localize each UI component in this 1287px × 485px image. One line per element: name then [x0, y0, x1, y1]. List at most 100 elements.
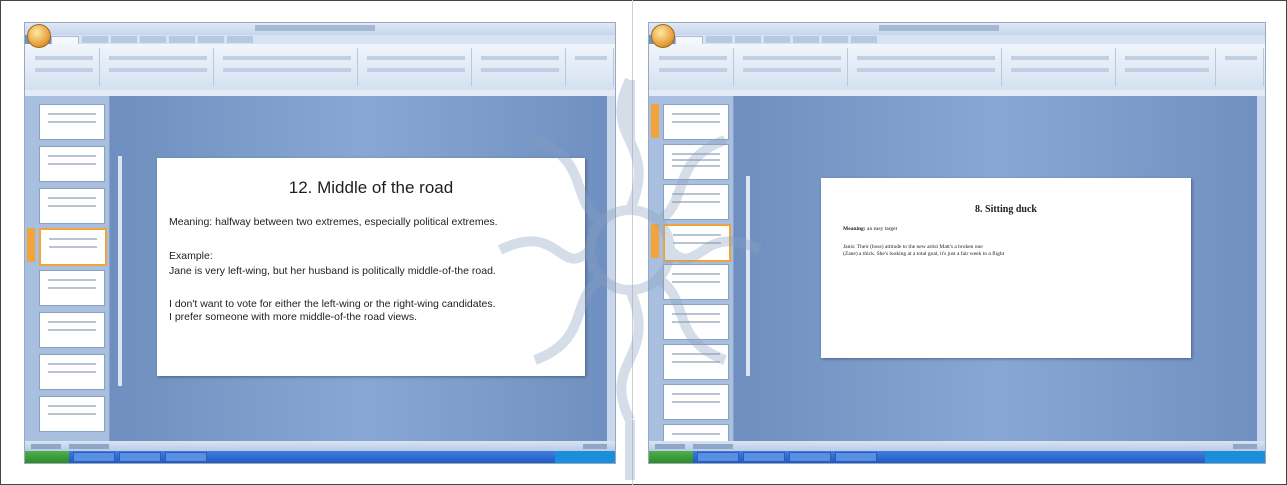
slide-thumbnail[interactable] [663, 184, 729, 220]
ribbon-group-editing[interactable] [1219, 48, 1264, 86]
slide-thumbnail[interactable] [663, 344, 729, 380]
slide-thumbnail[interactable] [663, 264, 729, 300]
system-tray [555, 451, 615, 463]
ribbon [25, 44, 615, 91]
ribbon-group-editing[interactable] [569, 48, 614, 86]
slide-editing-pane: 12. Middle of the road Meaning: halfway … [110, 96, 615, 441]
ribbon-tabs [675, 35, 1265, 44]
center-divider [632, 0, 633, 485]
status-bar [25, 441, 615, 451]
status-segment [655, 443, 685, 449]
ribbon-tab[interactable] [822, 36, 848, 43]
slide-thumbnail[interactable] [39, 396, 105, 432]
ribbon-group-font[interactable] [217, 48, 358, 86]
ribbon-group-paragraph[interactable] [361, 48, 472, 86]
status-bar [649, 441, 1265, 451]
slide-thumbnail-selected[interactable] [663, 224, 731, 262]
slide-example-label: Example: [169, 250, 213, 262]
status-segment [31, 443, 61, 449]
ribbon-group-clipboard[interactable] [29, 48, 100, 86]
slide-marker [651, 104, 659, 138]
selected-slide-marker [27, 228, 35, 262]
ribbon-group-paragraph[interactable] [1005, 48, 1116, 86]
slide-thumbnail[interactable] [39, 270, 105, 306]
slide-meaning-text: an easy target [867, 226, 898, 232]
ribbon-group-slides[interactable] [103, 48, 214, 86]
ribbon-tab[interactable] [169, 36, 195, 43]
zoom-control[interactable] [583, 443, 607, 449]
ribbon-tab[interactable] [111, 36, 137, 43]
taskbar-item[interactable] [743, 452, 785, 462]
taskbar-item[interactable] [835, 452, 877, 462]
slide-example-line-1: Janis: Their (boss) attitude to the new … [843, 244, 983, 250]
slide-example-2-line-2: I prefer someone with more middle-of-the… [169, 311, 418, 323]
zoom-control[interactable] [1233, 443, 1257, 449]
powerpoint-window-left: 12. Middle of the road Meaning: halfway … [24, 22, 616, 464]
slide-thumbnail-pane [25, 96, 110, 441]
office-button-icon[interactable] [651, 24, 675, 48]
ribbon-tab[interactable] [51, 36, 79, 44]
ribbon-tab[interactable] [140, 36, 166, 43]
slide-thumbnail[interactable] [39, 146, 105, 182]
ribbon-tab[interactable] [227, 36, 253, 43]
slide-thumbnail[interactable] [39, 188, 105, 224]
start-button-icon[interactable] [25, 451, 69, 463]
slide-thumbnail-selected[interactable] [39, 228, 107, 266]
window-title-bar-text [255, 25, 375, 31]
slide-meaning-label: Meaning: [843, 226, 866, 232]
slide-title: 12. Middle of the road [288, 178, 454, 197]
ribbon-group-drawing[interactable] [1119, 48, 1216, 86]
slide-thumbnail[interactable] [663, 304, 729, 340]
slide-thumbnail[interactable] [39, 104, 105, 140]
status-segment [693, 443, 733, 449]
slide-example-1: Jane is very left-wing, but her husband … [169, 265, 496, 277]
ribbon-tab[interactable] [706, 36, 732, 43]
slide-thumbnail-pane [649, 96, 734, 460]
ribbon-tab[interactable] [764, 36, 790, 43]
slide-example-2-line-1: I don't want to vote for either the left… [169, 298, 496, 310]
office-button-icon[interactable] [27, 24, 51, 48]
ribbon-group-slides[interactable] [737, 48, 848, 86]
taskbar-item[interactable] [165, 452, 207, 462]
vertical-ruler [118, 156, 122, 386]
title-bar [25, 23, 615, 35]
taskbar-item[interactable] [73, 452, 115, 462]
window-title-bar-text [879, 25, 999, 31]
taskbar [25, 451, 615, 463]
slide-thumbnail[interactable] [663, 144, 729, 180]
ribbon-group-font[interactable] [851, 48, 1002, 86]
taskbar-item[interactable] [697, 452, 739, 462]
status-segment [69, 443, 109, 449]
slide-thumbnail[interactable] [663, 384, 729, 420]
selected-slide-marker [651, 224, 659, 258]
vertical-ruler [746, 176, 750, 376]
slide-thumbnail[interactable] [663, 104, 729, 140]
slide-thumbnail[interactable] [39, 354, 105, 390]
slide-meaning: Meaning: halfway between two extremes, e… [169, 216, 498, 228]
taskbar-item[interactable] [119, 452, 161, 462]
ribbon [649, 44, 1265, 91]
ribbon-tab[interactable] [793, 36, 819, 43]
powerpoint-window-right: 8. Sitting duck Meaning: an easy target … [648, 22, 1266, 464]
slide-canvas[interactable]: 12. Middle of the road Meaning: halfway … [157, 158, 585, 376]
system-tray [1205, 451, 1265, 463]
slide-thumbnail[interactable] [39, 312, 105, 348]
title-bar [649, 23, 1265, 35]
start-button-icon[interactable] [649, 451, 693, 463]
ribbon-tab[interactable] [735, 36, 761, 43]
slide-meaning: Meaning: an easy target [843, 226, 897, 233]
taskbar [649, 451, 1265, 463]
vertical-scrollbar[interactable] [1257, 96, 1265, 441]
slide-canvas[interactable]: 8. Sitting duck Meaning: an easy target … [821, 178, 1191, 358]
vertical-scrollbar[interactable] [607, 96, 615, 441]
ribbon-group-clipboard[interactable] [653, 48, 734, 86]
slide-editing-pane: 8. Sitting duck Meaning: an easy target … [734, 96, 1265, 441]
ribbon-tab[interactable] [82, 36, 108, 43]
ribbon-tab[interactable] [198, 36, 224, 43]
slide-title: 8. Sitting duck [975, 204, 1037, 215]
slide-example-line-2: (Zane) a thick. She's looking at a total… [843, 251, 1005, 257]
ribbon-group-drawing[interactable] [475, 48, 566, 86]
taskbar-item[interactable] [789, 452, 831, 462]
ribbon-tab[interactable] [851, 36, 877, 43]
ribbon-tab[interactable] [675, 36, 703, 44]
